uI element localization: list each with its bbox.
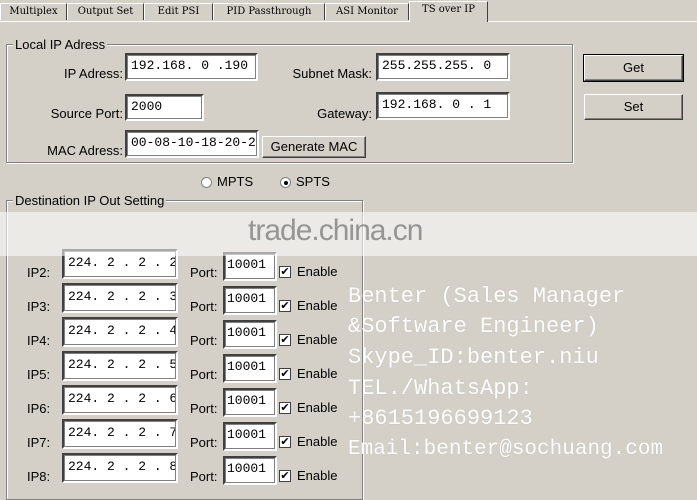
contact-line-4: TEL./WhatsApp: (348, 376, 533, 401)
contact-line-3: Skype_ID:benter.niu (348, 345, 599, 370)
set-button[interactable]: Set (584, 94, 683, 120)
dest-port-input[interactable]: 10001 (223, 422, 277, 451)
contact-line-1: Benter (Sales Manager (348, 284, 626, 309)
dest-port-input[interactable]: 10001 (223, 388, 277, 417)
tab-bar: Multiplex Output Set Edit PSI PID Passth… (0, 0, 697, 22)
dest-ip-input[interactable]: 224. 2 . 2 . 6 (62, 385, 178, 415)
dest-port-label: Port: (190, 333, 218, 348)
tab-edit-psi[interactable]: Edit PSI (144, 3, 213, 20)
subnet-mask-input[interactable]: 255.255.255. 0 (376, 53, 510, 81)
tab-pid-passthrough[interactable]: PID Passthrough (213, 3, 325, 20)
local-ip-group-title: Local IP Adress (13, 37, 108, 52)
dest-ip-input[interactable]: 224. 2 . 2 . 4 (62, 317, 178, 347)
tab-multiplex[interactable]: Multiplex (0, 3, 67, 20)
generate-mac-button[interactable]: Generate MAC (262, 136, 366, 158)
dest-ip-label: IP4: (27, 333, 51, 348)
dest-ip-label: IP2: (27, 265, 51, 280)
mpts-radio[interactable] (201, 177, 212, 188)
dest-ip-input[interactable]: 224. 2 . 2 . 8 (62, 453, 178, 483)
tab-divider (0, 21, 697, 22)
dest-ip-label: IP6: (27, 401, 51, 416)
mpts-label: MPTS (217, 174, 254, 189)
dest-ip-label: IP5: (27, 367, 51, 382)
destination-group-title: Destination IP Out Setting (13, 193, 167, 208)
contact-line-2: &Software Engineer) (348, 314, 599, 339)
dest-port-label: Port: (190, 367, 218, 382)
mac-address-label: MAC Adress: (47, 143, 123, 158)
gateway-input[interactable]: 192.168. 0 . 1 (376, 92, 510, 120)
spts-label: SPTS (296, 174, 330, 189)
subnet-mask-label: Subnet Mask: (292, 66, 373, 81)
spts-radio[interactable] (280, 177, 291, 188)
tab-ts-over-ip[interactable]: TS over IP (409, 1, 488, 22)
dest-port-input[interactable]: 10001 (223, 252, 277, 281)
gateway-label: Gateway: (317, 106, 372, 121)
dest-enable-label: Enable (297, 332, 338, 347)
spts-radio-dot (284, 181, 288, 185)
dest-enable-checkbox[interactable]: ✔ (279, 368, 291, 380)
dest-enable-checkbox[interactable]: ✔ (279, 470, 291, 482)
ip-address-input[interactable]: 192.168. 0 .190 (125, 53, 258, 81)
dest-port-input[interactable]: 10001 (223, 456, 277, 485)
watermark-text: trade.china.cn (248, 214, 423, 247)
dest-ip-label: IP8: (27, 469, 51, 484)
dest-enable-checkbox[interactable]: ✔ (279, 334, 291, 346)
dest-port-label: Port: (190, 265, 218, 280)
dest-enable-checkbox[interactable]: ✔ (279, 300, 291, 312)
dest-enable-label: Enable (297, 434, 338, 449)
dest-ip-input[interactable]: 224. 2 . 2 . 7 (62, 419, 178, 449)
get-button[interactable]: Get (583, 54, 684, 82)
dest-port-label: Port: (190, 401, 218, 416)
contact-line-5: +8615196699123 (348, 406, 533, 431)
dest-enable-checkbox[interactable]: ✔ (279, 266, 291, 278)
tab-output-set[interactable]: Output Set (67, 3, 144, 20)
dest-ip-input[interactable]: 224. 2 . 2 . 5 (62, 351, 178, 381)
dest-enable-checkbox[interactable]: ✔ (279, 436, 291, 448)
contact-line-6: Email:benter@sochuang.com (348, 438, 664, 461)
dest-ip-label: IP7: (27, 435, 51, 450)
dest-port-label: Port: (190, 435, 218, 450)
dest-enable-label: Enable (297, 298, 338, 313)
dest-enable-checkbox[interactable]: ✔ (279, 402, 291, 414)
dest-port-input[interactable]: 10001 (223, 354, 277, 383)
dest-enable-label: Enable (297, 400, 338, 415)
dest-enable-label: Enable (297, 264, 338, 279)
mac-address-input[interactable]: 00-08-10-18-20-28 (125, 130, 259, 158)
source-port-label: Source Port: (50, 106, 123, 121)
dest-port-label: Port: (190, 299, 218, 314)
dest-enable-label: Enable (297, 366, 338, 381)
ip-address-label: IP Adress: (63, 66, 123, 81)
dest-ip-input[interactable]: 224. 2 . 2 . 3 (62, 283, 178, 313)
dest-enable-label: Enable (297, 468, 338, 483)
tab-asi-monitor[interactable]: ASI Monitor (325, 3, 409, 20)
dest-port-input[interactable]: 10001 (223, 320, 277, 349)
source-port-input[interactable]: 2000 (125, 94, 204, 121)
dest-port-label: Port: (190, 469, 218, 484)
dest-ip-label: IP3: (27, 299, 51, 314)
dest-port-input[interactable]: 10001 (223, 286, 277, 315)
